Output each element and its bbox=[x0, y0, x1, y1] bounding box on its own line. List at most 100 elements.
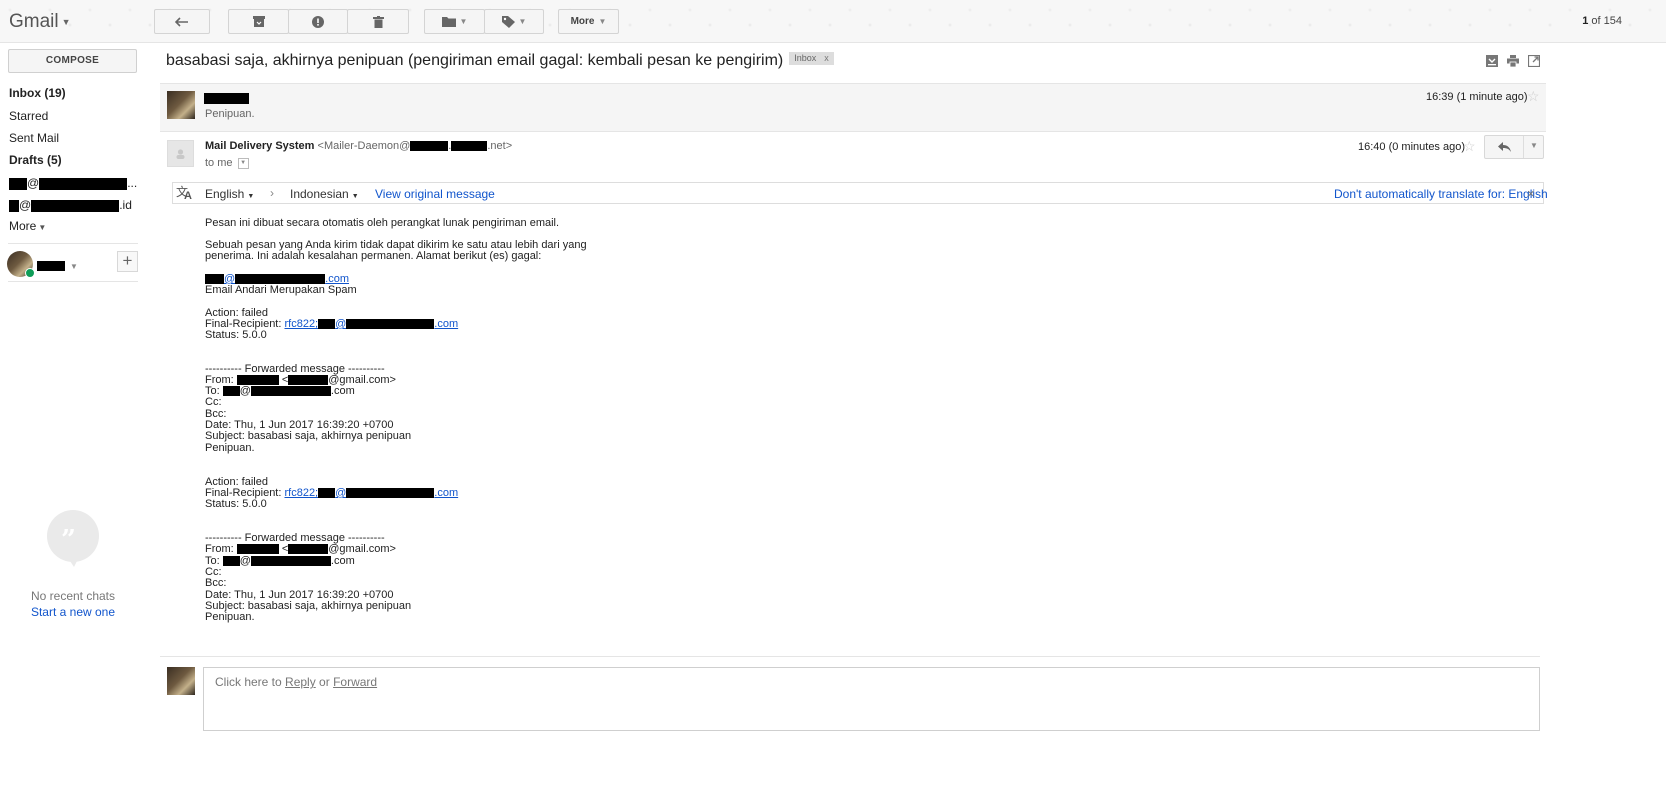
redacted-text bbox=[9, 199, 19, 212]
top-toolbar: Gmail ▼ ▼ ▼ More ▼ 1 of 154 bbox=[0, 0, 1666, 43]
labels-button[interactable]: ▼ bbox=[484, 9, 544, 34]
trash-icon bbox=[372, 15, 384, 28]
chevron-down-icon: ▼ bbox=[70, 262, 78, 271]
sender-email: <Mailer-Daemon@. .net> bbox=[317, 140, 513, 152]
default-avatar-icon bbox=[167, 140, 194, 167]
nav-item-account-2[interactable]: @ .id bbox=[9, 198, 132, 212]
chevron-down-icon: ▼ bbox=[518, 17, 527, 26]
more-options-icon[interactable]: ▼ bbox=[1530, 141, 1538, 150]
redacted-text bbox=[346, 319, 435, 330]
dont-translate-link[interactable]: Don't automatically translate for: Engli… bbox=[1334, 187, 1548, 201]
chevron-down-icon: ▼ bbox=[459, 17, 468, 26]
redacted-text bbox=[204, 93, 249, 105]
forward-link[interactable]: Forward bbox=[333, 675, 377, 689]
no-recent-chats-text: No recent chats bbox=[30, 589, 116, 603]
inbox-label-chip[interactable]: Inbox x bbox=[789, 52, 834, 66]
closing-line: Penipuan. bbox=[205, 442, 255, 454]
spam-notice: Email Andari Merupakan Spam bbox=[205, 284, 357, 296]
nav-item-starred[interactable]: Starred bbox=[9, 109, 48, 123]
redacted-text bbox=[288, 375, 329, 386]
new-chat-button[interactable]: + bbox=[117, 251, 138, 272]
view-original-message-link[interactable]: View original message bbox=[375, 187, 495, 201]
new-window-icon[interactable] bbox=[1527, 54, 1541, 68]
redacted-text bbox=[205, 274, 224, 285]
to-line: To: @ .com bbox=[205, 385, 355, 397]
translate-icon: 文 A bbox=[176, 185, 192, 202]
divider bbox=[160, 656, 1540, 657]
source-language-select[interactable]: English ▼ bbox=[205, 187, 254, 201]
more-actions-button[interactable]: More ▼ bbox=[558, 9, 619, 34]
print-icon[interactable] bbox=[1507, 55, 1519, 68]
target-language-select[interactable]: Indonesian ▼ bbox=[290, 187, 359, 201]
status-line: Status: 5.0.0 bbox=[205, 498, 267, 510]
reply-box[interactable] bbox=[203, 667, 1540, 731]
recipient-line[interactable]: to me ▼ bbox=[205, 157, 249, 169]
redacted-text bbox=[235, 274, 326, 285]
chat-user-name[interactable]: ▼ bbox=[37, 257, 78, 272]
report-spam-button[interactable] bbox=[288, 9, 348, 34]
nav-item-sent-mail[interactable]: Sent Mail bbox=[9, 131, 59, 145]
star-icon[interactable]: ☆ bbox=[1463, 138, 1476, 155]
nav-item-inbox[interactable]: Inbox (19) bbox=[9, 86, 66, 100]
redacted-text bbox=[39, 177, 128, 190]
sender-name: Mail Delivery System bbox=[205, 140, 315, 152]
redacted-text bbox=[236, 375, 279, 386]
nav-more[interactable]: More ▼ bbox=[9, 219, 46, 233]
cc-line: Cc: bbox=[205, 396, 222, 408]
redacted-text bbox=[288, 544, 329, 555]
chevron-down-icon: ▼ bbox=[61, 16, 71, 27]
collapsed-message[interactable] bbox=[160, 83, 1546, 132]
close-icon[interactable]: × bbox=[1527, 186, 1535, 201]
from-line: From: < @gmail.com> bbox=[205, 543, 396, 555]
user-avatar bbox=[167, 667, 195, 695]
redacted-text bbox=[346, 488, 435, 499]
online-status-icon bbox=[25, 268, 35, 278]
archive-button[interactable] bbox=[228, 9, 289, 34]
chevron-right-icon: › bbox=[270, 186, 274, 200]
redacted-text bbox=[222, 556, 240, 567]
subject-line: Subject: basabasi saja, akhirnya penipua… bbox=[205, 430, 412, 442]
redacted-text bbox=[9, 177, 27, 190]
body-paragraph: Pesan ini dibuat secara otomatis oleh pe… bbox=[205, 217, 560, 229]
divider bbox=[8, 281, 138, 282]
sender-avatar bbox=[167, 91, 195, 119]
redacted-text bbox=[318, 319, 336, 330]
from-line: From: < @gmail.com> bbox=[205, 374, 396, 386]
redacted-text bbox=[31, 199, 120, 212]
chevron-down-icon: ▼ bbox=[247, 193, 255, 200]
message-snippet: Penipuan. bbox=[205, 108, 255, 120]
message-time: 16:40 (0 minutes ago) bbox=[1358, 141, 1466, 153]
bcc-line: Bcc: bbox=[205, 577, 227, 589]
move-to-button[interactable]: ▼ bbox=[424, 9, 485, 34]
back-to-inbox-button[interactable] bbox=[154, 9, 210, 34]
final-recipient-link[interactable]: rfc822; @ .com bbox=[284, 487, 458, 499]
start-new-chat-link[interactable]: Start a new one bbox=[0, 605, 146, 619]
thread-subject: basabasi saja, akhirnya penipuan (pengir… bbox=[166, 52, 834, 70]
reply-button-group[interactable]: ▼ bbox=[1484, 135, 1544, 159]
divider bbox=[8, 243, 138, 244]
chevron-down-icon: ▼ bbox=[598, 17, 607, 26]
nav-item-account-1[interactable]: @... bbox=[9, 176, 137, 190]
status-line: Status: 5.0.0 bbox=[205, 329, 267, 341]
compose-button[interactable]: COMPOSE bbox=[8, 49, 137, 73]
sender-name bbox=[204, 90, 249, 105]
to-line: To: @ .com bbox=[205, 555, 355, 567]
redacted-text bbox=[37, 260, 65, 271]
sender-line: Mail Delivery System <Mailer-Daemon@. .ne… bbox=[205, 140, 512, 152]
body-paragraph: penerima. Ini adalah kesalahan permanen.… bbox=[205, 250, 542, 262]
final-recipient-link[interactable]: rfc822; @ .com bbox=[284, 318, 458, 330]
expand-all-icon[interactable] bbox=[1486, 55, 1498, 67]
remove-label-icon[interactable]: x bbox=[824, 53, 829, 63]
archive-icon bbox=[252, 15, 265, 27]
redacted-text bbox=[410, 141, 449, 152]
redacted-text bbox=[250, 386, 331, 397]
reply-link[interactable]: Reply bbox=[285, 675, 316, 689]
nav-item-drafts[interactable]: Drafts (5) bbox=[9, 153, 62, 167]
reply-icon[interactable] bbox=[1498, 142, 1511, 152]
gmail-logo-menu[interactable]: Gmail ▼ bbox=[9, 11, 71, 33]
redacted-text bbox=[236, 544, 279, 555]
reply-prompt: Click here to Reply or Forward bbox=[215, 675, 378, 689]
star-icon[interactable]: ☆ bbox=[1527, 88, 1540, 105]
delete-button[interactable] bbox=[347, 9, 409, 34]
show-details-icon[interactable]: ▼ bbox=[237, 157, 249, 169]
